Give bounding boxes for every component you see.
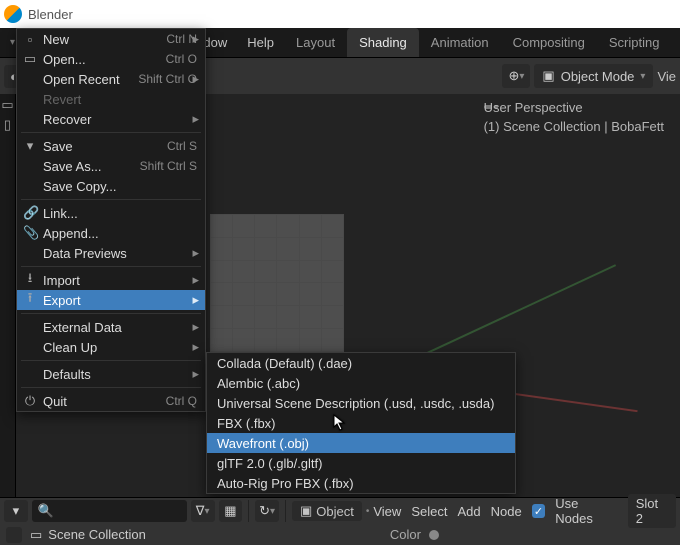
color-dot-icon[interactable]: [429, 530, 439, 540]
export-gltf[interactable]: glTF 2.0 (.glb/.gltf): [207, 453, 515, 473]
file-clean-up[interactable]: Clean Up▸: [17, 337, 205, 357]
file-open-recent[interactable]: Open RecentShift Ctrl O▸: [17, 69, 205, 89]
menu-add[interactable]: Add: [457, 504, 480, 519]
menu-node[interactable]: Node: [491, 504, 522, 519]
link-icon: 🔗: [23, 205, 37, 221]
file-append[interactable]: 📎Append...: [17, 223, 205, 243]
preview-grid: [210, 214, 344, 352]
view-label-cut[interactable]: Vie: [657, 69, 676, 84]
tool-icon-1[interactable]: ▭: [1, 98, 15, 112]
object-mode-icon: ▣: [542, 68, 554, 84]
outliner-type-icon[interactable]: [6, 527, 22, 543]
tool-icon-2[interactable]: ▯: [1, 118, 15, 132]
sync-button[interactable]: ↻▾: [255, 500, 279, 522]
file-revert: Revert: [17, 89, 205, 109]
use-nodes-label: Use Nodes: [555, 496, 617, 526]
file-menu-dropdown: ▫NewCtrl N▸ ▭Open...Ctrl O Open RecentSh…: [16, 28, 206, 412]
export-icon: ⭱: [23, 289, 37, 311]
use-nodes-checkbox[interactable]: ✓: [532, 504, 546, 518]
overlay-perspective: User Perspective: [484, 100, 664, 115]
collection-icon: ▭: [30, 527, 42, 543]
chevron-down-icon: •: [366, 506, 370, 517]
chevron-down-icon: ▾: [10, 37, 15, 48]
funnel-icon: ∇: [196, 503, 205, 519]
outliner-scene-collection[interactable]: ▭ Scene Collection: [30, 527, 146, 543]
export-fbx[interactable]: FBX (.fbx): [207, 413, 515, 433]
export-submenu: Collada (Default) (.dae) Alembic (.abc) …: [206, 352, 516, 494]
tab-scripting[interactable]: Scripting: [597, 28, 672, 57]
filter-collection-button[interactable]: ▦: [219, 500, 243, 522]
node-color-label: Color: [390, 527, 421, 542]
file-save-as[interactable]: Save As...Shift Ctrl S: [17, 156, 205, 176]
menu-select[interactable]: Select: [411, 504, 447, 519]
file-recover[interactable]: Recover▸: [17, 109, 205, 129]
menu-help[interactable]: Help: [237, 28, 284, 57]
pivot-dropdown[interactable]: ⊕▾: [502, 64, 530, 88]
filter-funnel-button[interactable]: ∇▾: [191, 500, 215, 522]
outliner-search[interactable]: 🔍: [32, 500, 187, 522]
folder-icon: ▭: [23, 51, 37, 67]
object-dropdown[interactable]: ▣Object: [292, 501, 362, 521]
file-data-previews[interactable]: Data Previews▸: [17, 243, 205, 263]
menu-view[interactable]: View: [373, 504, 401, 519]
cube-icon: ▣: [300, 503, 312, 519]
grid-icon: ▦: [224, 503, 236, 519]
file-export[interactable]: ⭱Export▸: [17, 290, 205, 310]
tab-animation[interactable]: Animation: [419, 28, 501, 57]
export-collada[interactable]: Collada (Default) (.dae): [207, 353, 515, 373]
file-external-data[interactable]: External Data▸: [17, 317, 205, 337]
export-usd[interactable]: Universal Scene Description (.usd, .usdc…: [207, 393, 515, 413]
blender-logo-icon: [4, 5, 22, 23]
tab-compositing[interactable]: Compositing: [501, 28, 597, 57]
file-new[interactable]: ▫NewCtrl N▸: [17, 29, 205, 49]
export-obj[interactable]: Wavefront (.obj): [207, 433, 515, 453]
slot-selector[interactable]: Slot 2: [628, 494, 676, 528]
save-icon: ▾: [23, 138, 37, 154]
power-icon: ⏻: [23, 393, 37, 409]
window-title: Blender: [28, 7, 73, 22]
object-mode-label: Object Mode: [561, 69, 635, 84]
append-icon: 📎: [23, 225, 37, 241]
file-quit[interactable]: ⏻QuitCtrl Q: [17, 391, 205, 411]
tab-video-editing[interactable]: Video Editing: [671, 28, 680, 57]
chevron-down-icon: ▾: [640, 71, 645, 82]
file-open[interactable]: ▭Open...Ctrl O: [17, 49, 205, 69]
search-icon: 🔍: [38, 503, 54, 519]
file-defaults[interactable]: Defaults▸: [17, 364, 205, 384]
refresh-icon: ↻: [259, 503, 270, 519]
export-autorig-fbx[interactable]: Auto-Rig Pro FBX (.fbx): [207, 473, 515, 493]
import-icon: ⭳: [23, 269, 37, 291]
export-alembic[interactable]: Alembic (.abc): [207, 373, 515, 393]
file-save-copy[interactable]: Save Copy...: [17, 176, 205, 196]
overlay-collection: (1) Scene Collection | BobaFett: [484, 119, 664, 134]
file-link[interactable]: 🔗Link...: [17, 203, 205, 223]
object-mode-dropdown[interactable]: ▣ Object Mode ▾: [534, 64, 653, 88]
pivot-icon: ⊕: [508, 68, 519, 84]
file-new-icon: ▫: [23, 32, 37, 47]
file-save[interactable]: ▾SaveCtrl S: [17, 136, 205, 156]
outliner-filter-icon[interactable]: ▾: [4, 500, 28, 522]
tab-layout[interactable]: Layout: [284, 28, 347, 57]
tab-shading[interactable]: Shading: [347, 28, 419, 57]
left-toolbar: ▭ ▯: [0, 94, 16, 497]
file-import[interactable]: ⭳Import▸: [17, 270, 205, 290]
